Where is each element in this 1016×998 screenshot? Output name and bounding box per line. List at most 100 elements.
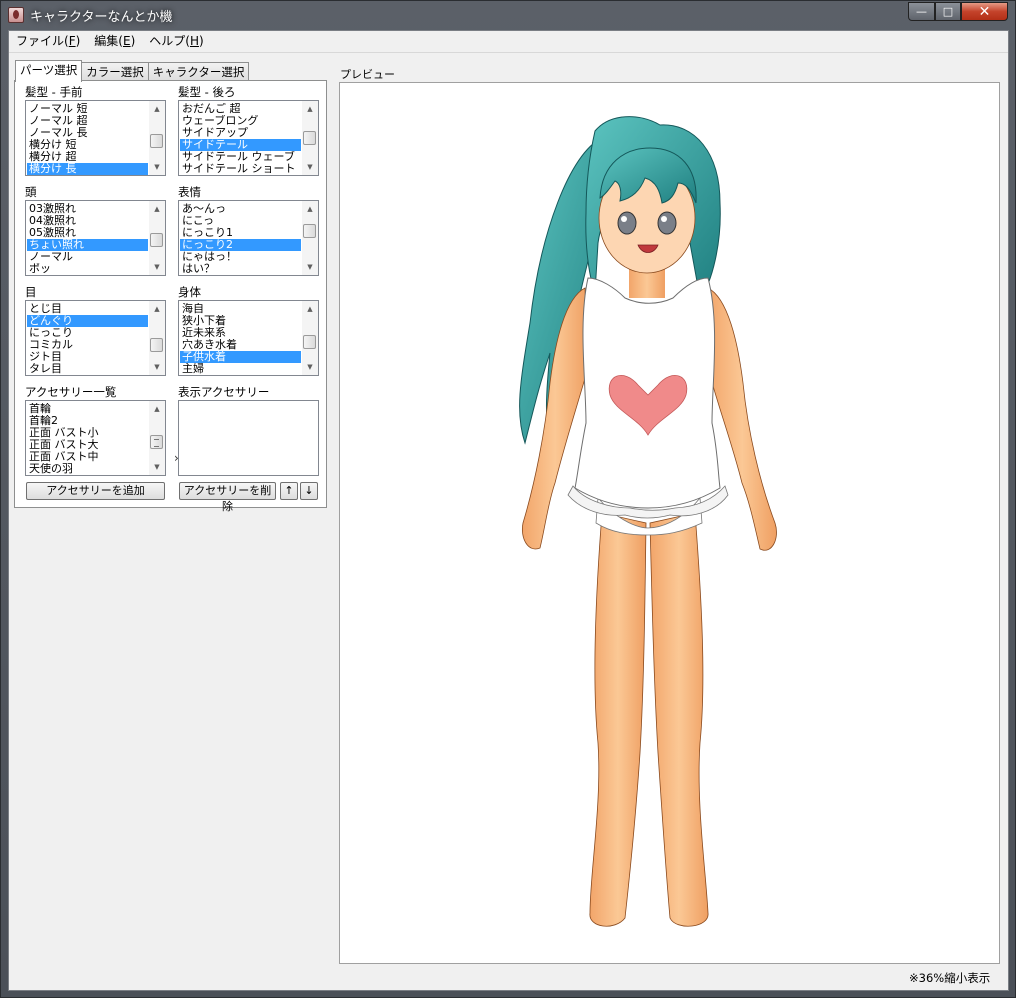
scroll-thumb[interactable] — [303, 131, 316, 145]
vertical-scrollbar[interactable]: ▲ ▼ — [149, 301, 165, 375]
menu-help[interactable]: ヘルプ(H) — [142, 31, 210, 52]
minimize-button[interactable]: — — [908, 2, 935, 21]
scroll-up-arrow[interactable]: ▲ — [302, 301, 318, 317]
list-item[interactable]: ノーマル 超 — [27, 115, 148, 127]
tab-characters[interactable]: キャラクター選択 — [147, 62, 250, 82]
list-item[interactable]: はい？ — [180, 263, 301, 275]
list-item[interactable]: 横分け 超 — [27, 151, 148, 163]
list-item[interactable]: 横分け 長 — [27, 163, 148, 175]
list-items: ノーマル 短ノーマル 超ノーマル 長横分け 短横分け 超横分け 長 — [27, 103, 148, 175]
scroll-down-arrow[interactable]: ▼ — [149, 359, 165, 375]
list-item[interactable]: 04激照れ — [27, 215, 148, 227]
menu-edit[interactable]: 編集(E) — [87, 31, 142, 52]
move-down-button[interactable]: ↓ — [300, 482, 318, 500]
list-item[interactable]: 子供水着 — [180, 351, 301, 363]
list-item[interactable]: サイドテール ショート — [180, 163, 301, 175]
scroll-down-arrow[interactable]: ▼ — [149, 259, 165, 275]
body-list[interactable]: 海自 狭小下着 近未来系 穴あき水着 子供水着 主婦 ▲ ▼ — [178, 300, 319, 376]
list-item[interactable]: 首輪2 — [27, 415, 148, 427]
list-item[interactable]: 狭小下着 — [180, 315, 301, 327]
scroll-thumb[interactable] — [150, 435, 163, 449]
add-accessory-button[interactable]: アクセサリーを追加 — [26, 482, 165, 500]
list-item[interactable]: 正面 バスト小 — [27, 427, 148, 439]
close-button[interactable]: ✕ — [961, 2, 1008, 21]
app-window: キャラクターなんとか機 — □ ✕ ファイル(F) 編集(E) ヘルプ(H) パ… — [0, 0, 1016, 998]
list-item[interactable]: 正面 バスト中 — [27, 451, 148, 463]
list-item[interactable]: コミカル — [27, 339, 148, 351]
list-item[interactable]: ちょい照れ — [27, 239, 148, 251]
parts-panel: 髪型 - 手前 ノーマル 短ノーマル 超ノーマル 長横分け 短横分け 超横分け … — [14, 80, 327, 513]
scroll-down-arrow[interactable]: ▼ — [149, 459, 165, 475]
scroll-thumb[interactable] — [303, 224, 316, 238]
vertical-scrollbar[interactable]: ▲ ▼ — [149, 101, 165, 175]
list-item[interactable]: 横分け 短 — [27, 139, 148, 151]
scroll-up-arrow[interactable]: ▲ — [302, 201, 318, 217]
list-item[interactable]: どんぐり — [27, 315, 148, 327]
scroll-down-arrow[interactable]: ▼ — [302, 259, 318, 275]
head-list[interactable]: 03激照れ 04激照れ 05激照れ ちょい照れ ノーマル ポッ ▲ ▼ — [25, 200, 166, 276]
list-item[interactable]: 近未来系 — [180, 327, 301, 339]
shown-accessory-list[interactable] — [178, 400, 319, 476]
list-item[interactable]: あ〜んっ — [180, 203, 301, 215]
list-item[interactable]: 穴あき水着 — [180, 339, 301, 351]
scroll-up-arrow[interactable]: ▲ — [149, 201, 165, 217]
scroll-thumb[interactable] — [303, 335, 316, 349]
remove-accessory-button[interactable]: アクセサリーを削除 — [179, 482, 276, 513]
list-item[interactable]: にっこり1 — [180, 227, 301, 239]
vertical-scrollbar[interactable]: ▲ ▼ — [149, 401, 165, 475]
list-item[interactable]: 天使の羽 — [27, 463, 148, 475]
title-bar[interactable]: キャラクターなんとか機 — □ ✕ — [1, 1, 1015, 29]
list-item[interactable]: おだんご 超 — [180, 103, 301, 115]
list-item[interactable]: ノーマル — [27, 251, 148, 263]
expression-list[interactable]: あ〜んっ にこっ にっこり1 にっこり2 にゃはっ！ はい？ ▲ ▼ — [178, 200, 319, 276]
scroll-down-arrow[interactable]: ▼ — [149, 159, 165, 175]
list-items: あ〜んっ にこっ にっこり1 にっこり2 にゃはっ！ はい？ — [180, 203, 301, 275]
scroll-up-arrow[interactable]: ▲ — [302, 101, 318, 117]
zoom-note: ※36%縮小表示 — [909, 971, 991, 985]
list-item[interactable]: サイドアップ — [180, 127, 301, 139]
scroll-up-arrow[interactable]: ▲ — [149, 301, 165, 317]
app-icon[interactable] — [8, 7, 24, 23]
list-item[interactable]: ノーマル 短 — [27, 103, 148, 115]
move-up-button[interactable]: ↑ — [280, 482, 298, 500]
list-item[interactable]: ウェーブロング — [180, 115, 301, 127]
scroll-up-arrow[interactable]: ▲ — [149, 401, 165, 417]
vertical-scrollbar[interactable]: ▲ ▼ — [149, 201, 165, 275]
list-item[interactable]: 主婦 — [180, 363, 301, 375]
vertical-scrollbar[interactable]: ▲ ▼ — [302, 201, 318, 275]
hair-back-list[interactable]: おだんご 超ウェーブロング サイドアップ サイドテール サイドテール ウェーブ サイドテ… — [178, 100, 319, 176]
list-item[interactable]: にゃはっ！ — [180, 251, 301, 263]
list-item[interactable]: サイドテール — [180, 139, 301, 151]
list-item[interactable]: 03激照れ — [27, 203, 148, 215]
eyes-list[interactable]: とじ目 どんぐり にっこり コミカル ジト目 タレ目 ▲ ▼ — [25, 300, 166, 376]
scroll-down-arrow[interactable]: ▼ — [302, 359, 318, 375]
vertical-scrollbar[interactable]: ▲ ▼ — [302, 301, 318, 375]
scroll-up-arrow[interactable]: ▲ — [149, 101, 165, 117]
list-item[interactable]: ノーマル 長 — [27, 127, 148, 139]
list-item[interactable]: タレ目 — [27, 363, 148, 375]
vertical-scrollbar[interactable]: ▲ ▼ — [302, 101, 318, 175]
window-title: キャラクターなんとか機 — [30, 10, 173, 25]
list-item[interactable]: ポッ — [27, 263, 148, 275]
list-item[interactable]: とじ目 — [27, 303, 148, 315]
scroll-thumb[interactable] — [150, 233, 163, 247]
menu-file[interactable]: ファイル(F) — [9, 31, 87, 52]
list-item[interactable]: ジト目 — [27, 351, 148, 363]
hair-front-list[interactable]: ノーマル 短ノーマル 超ノーマル 長横分け 短横分け 超横分け 長 ▲ ▼ — [25, 100, 166, 176]
list-item[interactable]: にこっ — [180, 215, 301, 227]
right-eye-highlight — [661, 216, 667, 222]
scroll-thumb[interactable] — [150, 338, 163, 352]
list-item[interactable]: 海自 — [180, 303, 301, 315]
accessory-list[interactable]: 首輪 首輪2 正面 バスト小 正面 バスト大 正面 バスト中 天使の羽 ▲ ▼ — [25, 400, 166, 476]
list-item[interactable]: 正面 バスト大 — [27, 439, 148, 451]
maximize-button[interactable]: □ — [935, 2, 961, 21]
scroll-down-arrow[interactable]: ▼ — [302, 159, 318, 175]
tab-parts[interactable]: パーツ選択 — [15, 60, 83, 82]
list-item[interactable]: にっこり — [27, 327, 148, 339]
list-item[interactable]: サイドテール ウェーブ — [180, 151, 301, 163]
tab-colors[interactable]: カラー選択 — [81, 62, 149, 82]
scroll-thumb[interactable] — [150, 134, 163, 148]
list-item[interactable]: 首輪 — [27, 403, 148, 415]
list-item[interactable]: 05激照れ — [27, 227, 148, 239]
list-item[interactable]: にっこり2 — [180, 239, 301, 251]
